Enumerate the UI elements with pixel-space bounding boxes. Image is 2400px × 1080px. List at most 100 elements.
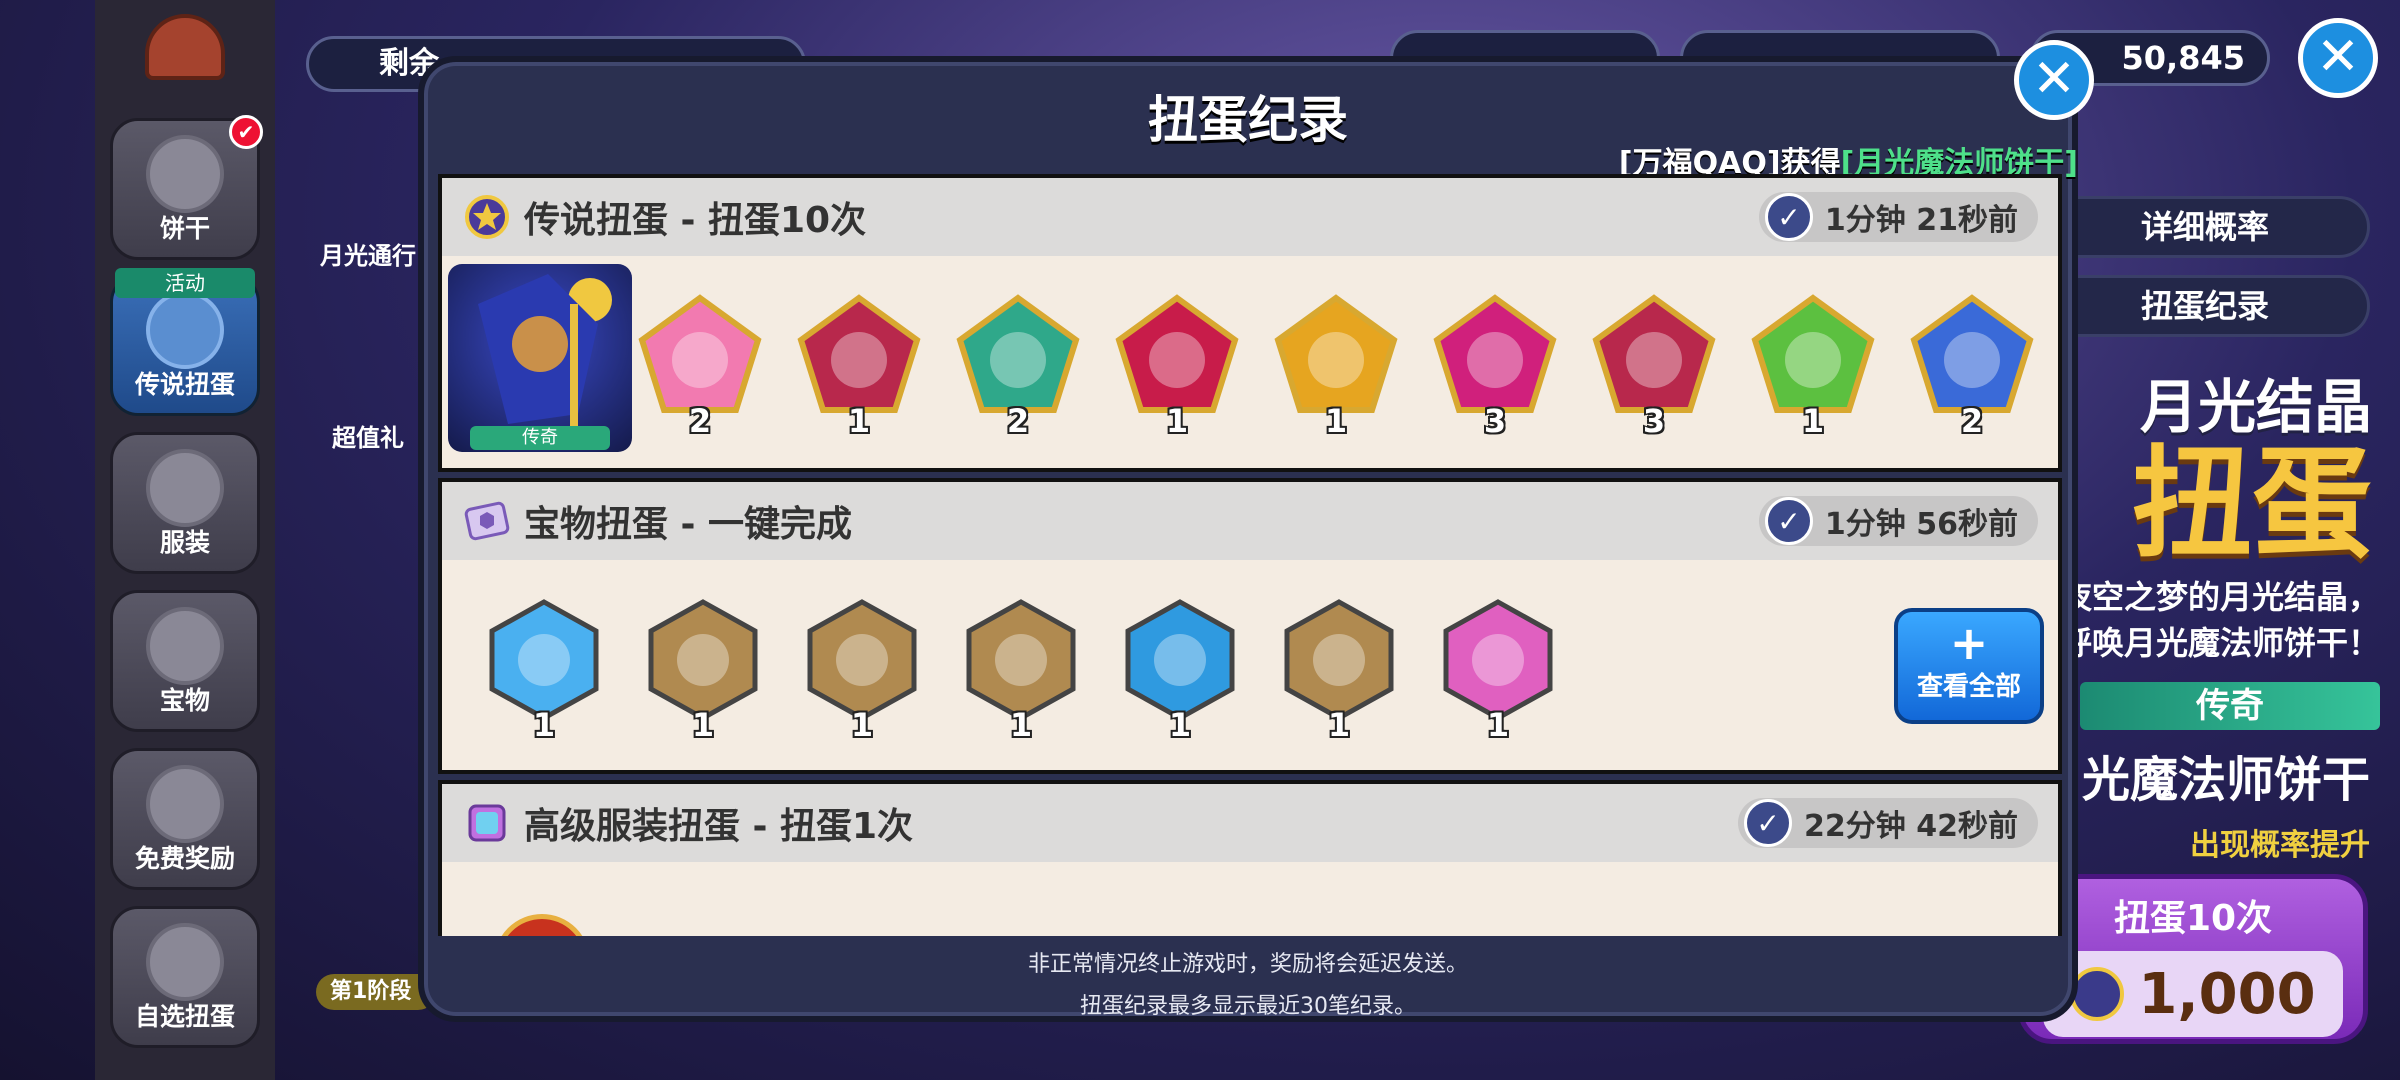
- flame-crown-treasure-icon: [1443, 599, 1553, 721]
- value-pack-label[interactable]: 超值礼: [332, 418, 404, 453]
- pink-cookie-icon: [638, 294, 762, 413]
- reward-item[interactable]: 1: [1115, 294, 1239, 440]
- section-items: [442, 862, 2058, 936]
- sidebar-item-treasure[interactable]: 宝物: [110, 590, 260, 732]
- shirt-icon: [146, 449, 224, 527]
- clock-icon: ✓: [1764, 497, 1813, 545]
- reward-item[interactable]: 1: [1274, 294, 1398, 440]
- record-section: 传说扭蛋 - 扭蛋10次 ✓ 1分钟 21秒前 传奇 2 1 2 1 1 3 3…: [438, 174, 2062, 472]
- legend-gacha-icon: [465, 195, 509, 239]
- reward-item[interactable]: 3: [1433, 294, 1557, 440]
- cookie-icon: [146, 923, 224, 1001]
- chest-treasure-icon: [966, 599, 1076, 721]
- moonlight-sorcerer-cookie-icon: [478, 274, 612, 434]
- sidebar-item-cookies[interactable]: 饼干 ✔: [110, 115, 263, 260]
- item-count: 1: [1009, 706, 1033, 744]
- modal-footer: 非正常情况终止游戏时，奖励将会延迟发送。 扭蛋纪录最多显示最近30笔纪录。: [424, 944, 2072, 1028]
- sidebar-item-free-reward[interactable]: 免费奖励: [110, 748, 260, 890]
- close-screen-button[interactable]: ✕: [2298, 18, 2378, 98]
- rarity-banner: 传奇: [2080, 682, 2380, 730]
- reward-item[interactable]: 1: [1436, 598, 1560, 744]
- reward-item[interactable]: 3: [1592, 294, 1716, 440]
- item-count: 1: [1324, 402, 1348, 440]
- currency-value: 50,845: [2121, 39, 2245, 77]
- gift-icon: [146, 765, 224, 843]
- clock-icon: ✓: [1744, 799, 1793, 847]
- item-count: 1: [847, 402, 871, 440]
- event-ribbon: 活动: [115, 268, 255, 298]
- sidebar-item-costume[interactable]: 服装: [110, 432, 260, 574]
- item-count: 3: [1483, 402, 1507, 440]
- reward-item[interactable]: 1: [641, 598, 765, 744]
- treasure-gacha-icon: [464, 501, 510, 541]
- timestamp: ✓ 1分钟 21秒前: [1758, 192, 2038, 242]
- item-count: 1: [1486, 706, 1510, 744]
- purple-cat-cookie-icon: [1115, 294, 1239, 413]
- featured-rarity-label: 传奇: [470, 426, 610, 450]
- gacha-screen: 饼干 ✔ 传说扭蛋 活动 服装 宝物 免费奖励 自选扭蛋 剩余 月光通行 超值礼…: [0, 0, 2400, 1080]
- reward-item[interactable]: 1: [800, 598, 924, 744]
- reward-item[interactable]: 2: [1910, 294, 2034, 440]
- plus-icon: +: [1949, 616, 1989, 670]
- timestamp-text: 22分钟 42秒前: [1804, 809, 2018, 844]
- promo-cookie-name: 月光魔法师饼干: [2033, 752, 2370, 808]
- record-list[interactable]: 传说扭蛋 - 扭蛋10次 ✓ 1分钟 21秒前 传奇 2 1 2 1 1 3 3…: [438, 174, 2062, 936]
- key-treasure-icon: [1125, 599, 1235, 721]
- moon-crystal-icon: [2070, 967, 2125, 1021]
- section-title: 高级服装扭蛋 - 扭蛋1次: [524, 806, 914, 847]
- detail-rate-button[interactable]: 详细概率: [2040, 196, 2370, 258]
- chest-treasure-icon: [648, 599, 758, 721]
- timestamp: ✓ 22分钟 42秒前: [1738, 798, 2038, 848]
- sidebar-item-label: 饼干: [159, 214, 210, 243]
- item-count: 3: [1642, 402, 1666, 440]
- promo-title-1: 月光结晶: [2139, 373, 2372, 441]
- reward-item[interactable]: 1: [797, 294, 921, 440]
- cookie-icon: [146, 135, 224, 213]
- record-section: 宝物扭蛋 - 一键完成 ✓ 1分钟 56秒前 1 1 1 1 1 1 1 + 查…: [438, 478, 2062, 774]
- reward-item[interactable]: 1: [1118, 598, 1242, 744]
- timestamp-text: 1分钟 21秒前: [1824, 203, 2018, 238]
- magenta-cookie-icon: [1433, 294, 1557, 413]
- section-items: 1 1 1 1 1 1 1 + 查看全部: [442, 560, 2058, 770]
- cookie-icon: [146, 291, 224, 369]
- pull-cost: 1,000: [2138, 961, 2316, 1027]
- item-count: 2: [1960, 402, 1984, 440]
- gacha-record-modal: 扭蛋纪录 ✕ [万福QAQ]获得[月光魔法师饼干] 传说扭蛋 - 扭蛋10次 ✓…: [418, 40, 2094, 1022]
- reward-item[interactable]: 1: [1751, 294, 1875, 440]
- item-count: 1: [1168, 706, 1192, 744]
- close-modal-button[interactable]: ✕: [2014, 40, 2094, 120]
- gacha-record-button[interactable]: 扭蛋纪录: [2040, 275, 2370, 337]
- reward-item[interactable]: 1: [482, 598, 606, 744]
- purple-hair-cookie-icon: [1910, 294, 2034, 413]
- green-witch-cookie-icon: [956, 294, 1080, 413]
- reward-item[interactable]: 2: [638, 294, 762, 440]
- featured-cookie[interactable]: 传奇: [448, 264, 632, 452]
- sidebar-item-label: 服装: [159, 528, 210, 557]
- timestamp-text: 1分钟 56秒前: [1824, 507, 2018, 542]
- promo-desc-2: 呼唤月光魔法师饼干！: [2059, 624, 2380, 662]
- hexagon-icon: [146, 607, 224, 685]
- costume-item-icon[interactable]: [494, 914, 590, 936]
- sidebar-item-label: 自选扭蛋: [134, 1002, 235, 1031]
- costume-gacha-icon: [468, 804, 506, 842]
- clock-icon: ✓: [1764, 193, 1813, 241]
- reward-item[interactable]: 2: [956, 294, 1080, 440]
- moon-pass-label[interactable]: 月光通行: [320, 236, 416, 271]
- footer-note-1: 非正常情况终止游戏时，奖励将会延迟发送。: [1027, 952, 1468, 977]
- item-count: 2: [688, 402, 712, 440]
- dark-hair-cookie-icon: [797, 294, 921, 413]
- reward-item[interactable]: 1: [959, 598, 1083, 744]
- chest-treasure-icon: [807, 599, 917, 721]
- footer-note-2: 扭蛋纪录最多显示最近30笔纪录。: [1080, 994, 1416, 1019]
- sidebar-item-select-gacha[interactable]: 自选扭蛋: [110, 906, 260, 1048]
- section-title: 传说扭蛋 - 扭蛋10次: [524, 200, 867, 241]
- view-all-button[interactable]: + 查看全部: [1894, 608, 2044, 724]
- sidebar-item-label: 免费奖励: [134, 844, 235, 873]
- notification-badge: ✔: [229, 115, 263, 149]
- goggles-cookie-icon: [1751, 294, 1875, 413]
- view-all-label: 查看全部: [1916, 672, 2021, 702]
- reward-item[interactable]: 1: [1277, 598, 1401, 744]
- rate-up-label: 出现概率提升: [2190, 828, 2370, 863]
- record-section: 高级服装扭蛋 - 扭蛋1次 ✓ 22分钟 42秒前: [438, 780, 2062, 936]
- dark-hair-cookie-icon: [1592, 294, 1716, 413]
